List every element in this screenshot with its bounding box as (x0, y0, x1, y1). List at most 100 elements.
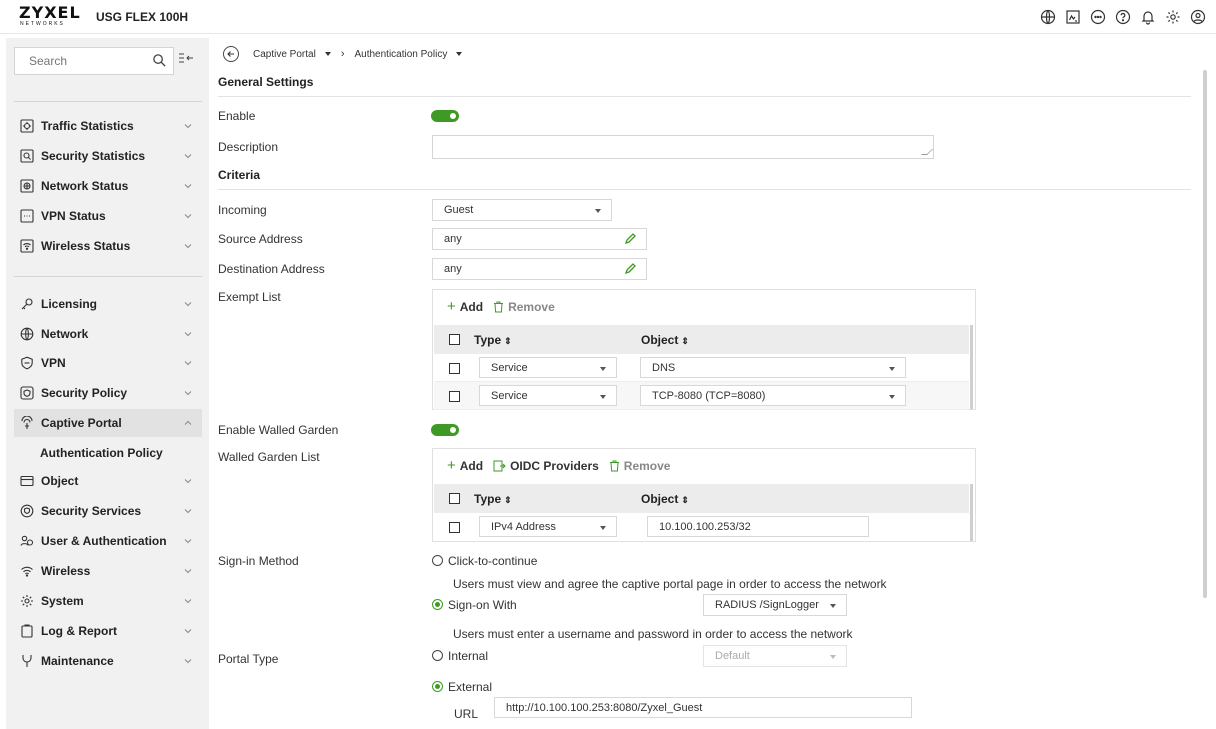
security-policy-icon (20, 386, 34, 400)
exempt-list-label: Exempt List (218, 290, 281, 304)
nav-network[interactable]: Network (14, 320, 202, 348)
nav-label: Licensing (41, 297, 98, 311)
chat-icon[interactable] (1087, 6, 1108, 27)
sign-in-method-label: Sign-in Method (218, 554, 299, 568)
brand-sub: NETWORKS (20, 21, 65, 27)
breadcrumb-authentication-policy[interactable]: Authentication Policy (354, 49, 447, 60)
object-select[interactable]: DNS (640, 357, 906, 378)
internal-radio[interactable] (432, 650, 443, 661)
nav-vpn-status[interactable]: VPN Status (14, 202, 202, 230)
gear-icon[interactable] (1162, 6, 1183, 27)
edit-pencil-icon[interactable] (624, 263, 636, 275)
dropdown-arrow-icon (600, 395, 606, 399)
type-select[interactable]: Service (479, 385, 617, 406)
globe-icon[interactable] (1037, 6, 1058, 27)
resize-grip-icon[interactable] (921, 149, 933, 155)
collapse-sidebar-icon[interactable] (178, 52, 194, 66)
nav-security-policy[interactable]: Security Policy (14, 379, 202, 407)
table-row: IPv4 Address 10.100.100.253/32 (434, 513, 969, 541)
nav-label: Authentication Policy (40, 446, 163, 460)
nav-security-statistics[interactable]: Security Statistics (14, 142, 202, 170)
bell-icon[interactable] (1137, 6, 1158, 27)
help-icon[interactable] (1112, 6, 1133, 27)
nav-user-authentication[interactable]: User & Authentication (14, 527, 202, 555)
search-box (14, 47, 174, 75)
chart-icon[interactable] (1062, 6, 1083, 27)
type-select[interactable]: Service (479, 357, 617, 378)
nav-authentication-policy[interactable]: Authentication Policy (14, 439, 202, 467)
walled-table-header: Type ⇕ Object ⇕ (434, 484, 969, 513)
description-textarea[interactable] (432, 135, 934, 159)
internal-portal-select[interactable]: Default (703, 645, 847, 667)
caret-down-icon[interactable] (456, 52, 463, 56)
source-address-field[interactable]: any (432, 228, 647, 250)
walled-garden-toggle[interactable] (431, 424, 459, 436)
internal-label[interactable]: Internal (448, 649, 488, 663)
nav-licensing[interactable]: Licensing (14, 290, 202, 318)
page-scrollbar[interactable] (1203, 70, 1207, 598)
nav-label: Captive Portal (41, 416, 122, 430)
external-label[interactable]: External (448, 680, 492, 694)
sign-on-with-select[interactable]: RADIUS /SignLogger (703, 594, 847, 616)
oidc-providers-button[interactable]: OIDC Providers (493, 459, 599, 473)
nav-object[interactable]: Object (14, 467, 202, 495)
nav-label: Wireless (41, 564, 91, 578)
edit-pencil-icon[interactable] (624, 233, 636, 245)
col-object[interactable]: Object ⇕ (641, 492, 689, 506)
select-all-checkbox[interactable] (449, 493, 460, 504)
select-all-checkbox[interactable] (449, 334, 460, 345)
col-type[interactable]: Type ⇕ (474, 333, 512, 347)
breadcrumb-captive-portal[interactable]: Captive Portal (253, 49, 316, 60)
nav-system[interactable]: System (14, 587, 202, 615)
source-address-value: any (444, 233, 462, 245)
exempt-remove-button[interactable]: Remove (493, 300, 555, 314)
nav-wireless-status[interactable]: Wireless Status (14, 232, 202, 260)
walled-remove-button[interactable]: Remove (609, 459, 670, 473)
enable-toggle[interactable] (431, 110, 459, 122)
click-to-continue-label[interactable]: Click-to-continue (448, 554, 537, 568)
caret-down-icon[interactable] (324, 52, 331, 56)
nav-network-status[interactable]: Network Status (14, 172, 202, 200)
nav-wireless[interactable]: Wireless (14, 557, 202, 585)
row-checkbox[interactable] (449, 522, 460, 533)
click-to-continue-radio[interactable] (432, 555, 443, 566)
table-scrollbar[interactable] (970, 484, 973, 541)
nav-log-report[interactable]: Log & Report (14, 617, 202, 645)
exempt-add-button[interactable]: + Add (447, 298, 483, 315)
zyxel-logo[interactable]: ZYXEL NETWORKS (19, 5, 81, 28)
search-icon[interactable] (152, 53, 167, 71)
destination-address-field[interactable]: any (432, 258, 647, 280)
sign-on-with-radio[interactable] (432, 599, 443, 610)
col-object[interactable]: Object ⇕ (641, 333, 689, 347)
type-select[interactable]: IPv4 Address (479, 516, 617, 537)
search-input[interactable] (15, 48, 135, 74)
nav-maintenance[interactable]: Maintenance (14, 647, 202, 675)
url-input[interactable]: http://10.100.100.253:8080/Zyxel_Guest (494, 697, 912, 718)
nav-security-services[interactable]: Security Services (14, 497, 202, 525)
sign-on-with-label[interactable]: Sign-on With (448, 598, 517, 612)
external-radio[interactable] (432, 681, 443, 692)
shield-search-icon (20, 149, 34, 163)
exempt-table-header: Type ⇕ Object ⇕ (434, 325, 969, 354)
row-checkbox[interactable] (449, 363, 460, 374)
table-scrollbar[interactable] (970, 325, 973, 409)
plus-icon: + (447, 298, 456, 315)
wifi-icon (20, 564, 34, 578)
sidebar-divider (14, 101, 202, 102)
row-checkbox[interactable] (449, 391, 460, 402)
object-select[interactable]: TCP-8080 (TCP=8080) (640, 385, 906, 406)
user-icon[interactable] (1187, 6, 1208, 27)
object-input[interactable]: 10.100.100.253/32 (647, 516, 869, 537)
globe-icon (20, 327, 34, 341)
nav-vpn[interactable]: VPN (14, 349, 202, 377)
incoming-select[interactable]: Guest (432, 199, 612, 221)
vpn-icon (20, 356, 34, 370)
col-type[interactable]: Type ⇕ (474, 492, 512, 506)
section-divider (218, 189, 1191, 190)
col-type-label: Type (474, 491, 502, 506)
dropdown-arrow-icon (600, 526, 606, 530)
nav-traffic-statistics[interactable]: Traffic Statistics (14, 112, 202, 140)
walled-add-button[interactable]: + Add (447, 458, 483, 473)
nav-captive-portal[interactable]: Captive Portal (14, 409, 202, 437)
back-arrow-icon[interactable] (223, 46, 239, 62)
